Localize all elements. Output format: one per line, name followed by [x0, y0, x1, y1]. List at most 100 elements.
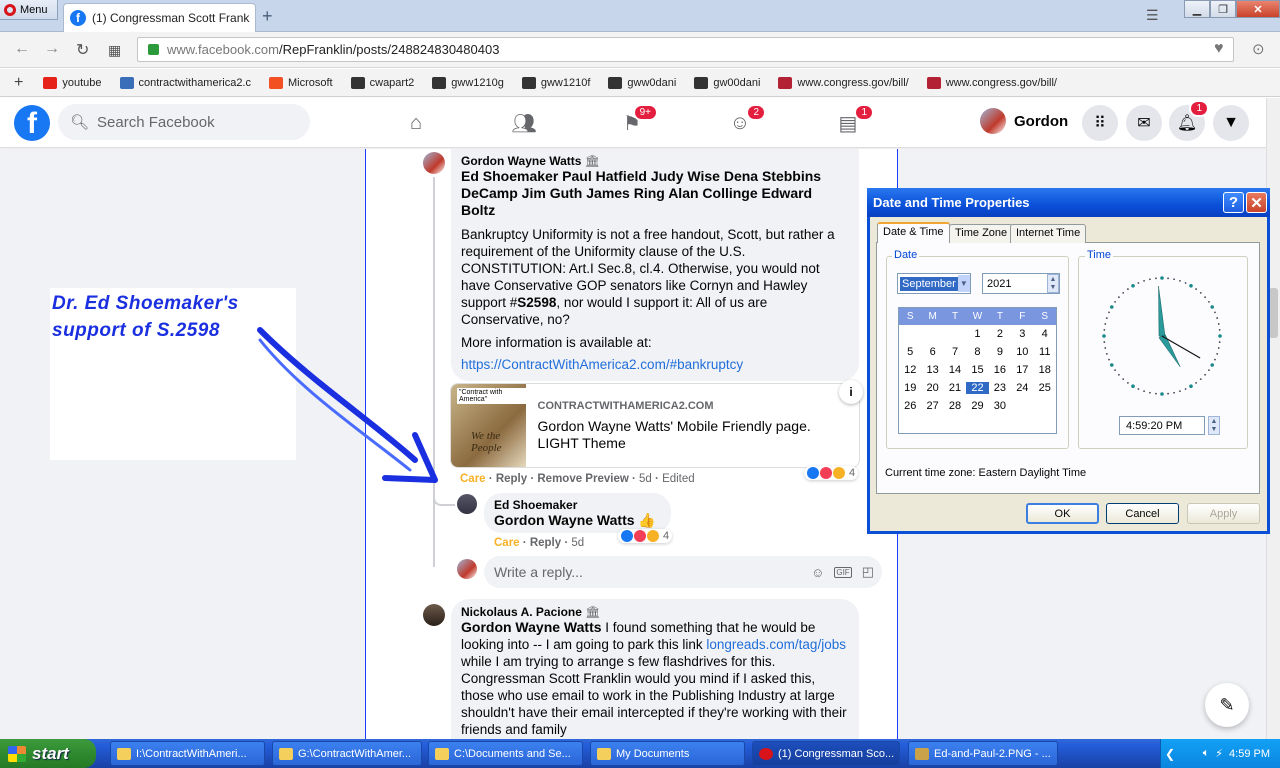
dialog-title-bar[interactable]: Date and Time Properties [867, 188, 1270, 217]
profile-link[interactable]: Gordon [980, 108, 1068, 134]
new-tab-icon[interactable]: + [262, 6, 273, 27]
apply-button[interactable]: Apply [1187, 503, 1260, 524]
taskbar-task[interactable]: (1) Congressman Sco... [752, 741, 900, 766]
calendar-day[interactable]: 16 [989, 364, 1011, 376]
menu-grid-icon[interactable]: ⠿ [1082, 105, 1118, 141]
notifications-bell-icon[interactable]: 🔔︎ 1 [1169, 100, 1209, 141]
calendar-day[interactable]: 27 [921, 400, 943, 412]
facebook-logo-icon[interactable]: f [14, 105, 50, 141]
gif-icon[interactable]: GIF [834, 566, 852, 578]
ok-button[interactable]: OK [1026, 503, 1099, 524]
speaker-icon[interactable]: 🔈︎ [1203, 747, 1210, 760]
time-input[interactable]: 4:59:20 PM [1119, 416, 1205, 435]
calendar-day[interactable]: 17 [1011, 364, 1033, 376]
comment-link[interactable]: https://ContractWithAmerica2.com/#bankru… [461, 356, 849, 373]
bookmark-item[interactable]: gw00dani [694, 76, 760, 89]
reply-tagged-name[interactable]: Gordon Wayne Watts [494, 512, 635, 528]
chevron-down-icon[interactable]: ▼ [957, 275, 970, 292]
calendar-day[interactable]: 28 [944, 400, 966, 412]
calendar-day[interactable]: 2 [989, 328, 1011, 340]
year-spinner[interactable]: ▲ ▼ [1047, 274, 1059, 293]
comment-author[interactable]: Nickolaus A. Pacione 🏛︎ [461, 605, 849, 619]
bookmark-item[interactable]: Microsoft [269, 76, 333, 89]
bookmark-item[interactable]: gww1210f [521, 76, 590, 89]
calendar-day[interactable]: 11 [1034, 346, 1056, 358]
calendar-day[interactable]: 5 [899, 346, 921, 358]
reply-time[interactable]: 5d [571, 537, 584, 549]
dialog-close-icon[interactable]: ✕ [1246, 192, 1267, 213]
calendar-day[interactable]: 18 [1034, 364, 1056, 376]
groups-icon[interactable]: ☺ 2 [726, 104, 766, 136]
taskbar-task[interactable]: C:\Documents and Se... [428, 741, 583, 766]
write-reply-input[interactable]: Write a reply... ☺ GIF ◰ [484, 556, 882, 588]
network-icon[interactable]: ⚡︎ [1215, 747, 1223, 760]
commenter-avatar[interactable] [423, 604, 445, 626]
calendar-day[interactable]: 15 [966, 364, 988, 376]
reaction-summary[interactable]: 4 [804, 466, 859, 480]
calendar-day[interactable]: 10 [1011, 346, 1033, 358]
pages-flag-icon[interactable]: ⚑ 9+ [618, 104, 658, 136]
calendar-day[interactable]: 22 [966, 382, 989, 394]
window-close-icon[interactable]: ✕ [1236, 0, 1280, 18]
restore-icon[interactable]: ❐ [1210, 0, 1236, 18]
tab-time-zone[interactable]: Time Zone [949, 224, 1014, 243]
add-bookmark-icon[interactable]: + [14, 74, 23, 92]
tab-date-time[interactable]: Date & Time [877, 222, 950, 243]
forward-icon[interactable]: → [44, 40, 60, 58]
calendar-day[interactable]: 7 [944, 346, 966, 358]
taskbar-task[interactable]: Ed-and-Paul-2.PNG - ... [908, 741, 1058, 766]
taskbar-task[interactable]: G:\ContractWithAmer... [272, 741, 422, 766]
tagged-names[interactable]: Ed Shoemaker Paul Hatfield Judy Wise Den… [461, 168, 849, 219]
commenter-avatar[interactable] [423, 152, 445, 174]
tab-menu-icon[interactable]: ☰ [1146, 7, 1159, 24]
link-preview-card[interactable]: "Contract with America" We the People CO… [450, 383, 860, 468]
calendar-day[interactable]: 12 [899, 364, 921, 376]
calendar-day[interactable]: 9 [989, 346, 1011, 358]
calendar-day[interactable]: 14 [944, 364, 966, 376]
tab-internet-time[interactable]: Internet Time [1010, 224, 1087, 243]
new-message-edit-icon[interactable]: ✎ [1205, 683, 1249, 727]
bookmark-item[interactable]: youtube [43, 76, 102, 89]
bookmark-item[interactable]: contractwithamerica2.c [119, 76, 251, 89]
tray-expand-icon[interactable]: ❮ [1165, 747, 1175, 761]
address-input[interactable]: www.facebook.com/RepFranklin/posts/24882… [137, 37, 1234, 62]
taskbar-task[interactable]: My Documents [590, 741, 745, 766]
cancel-button[interactable]: Cancel [1106, 503, 1179, 524]
calendar-day[interactable]: 13 [921, 364, 943, 376]
calendar-day[interactable]: 30 [989, 400, 1011, 412]
taskbar-clock[interactable]: 4:59 PM [1229, 748, 1270, 760]
account-chevron-down-icon[interactable]: ▼ [1213, 105, 1249, 141]
spin-up-icon[interactable]: ▲ [1211, 418, 1218, 425]
tab-close-icon[interactable]: ✕ [255, 10, 256, 27]
gaming-icon[interactable]: ▤ 1 [834, 104, 874, 136]
bookmark-item[interactable]: www.congress.gov/bill/ [778, 76, 909, 89]
opera-menu-button[interactable]: Menu [0, 0, 58, 20]
friends-icon[interactable]: 👥︎ [510, 110, 538, 136]
reply-action[interactable]: Reply [496, 473, 527, 485]
back-icon[interactable]: ← [14, 40, 30, 58]
calendar-day[interactable]: 19 [899, 382, 921, 394]
bookmark-item[interactable]: gww1210g [432, 76, 504, 89]
calendar-day[interactable]: 3 [1011, 328, 1033, 340]
calendar-day[interactable]: 6 [921, 346, 943, 358]
calendar-day[interactable]: 24 [1011, 382, 1033, 394]
spin-up-icon[interactable]: ▲ [1050, 276, 1057, 283]
reload-icon[interactable]: ↻ [76, 40, 89, 60]
emoji-icon[interactable]: ☺ [811, 565, 824, 580]
calendar-day[interactable]: 4 [1034, 328, 1056, 340]
month-select[interactable]: September ▼ [897, 273, 971, 294]
dialog-help-icon[interactable]: ? [1223, 192, 1244, 213]
tagged-name[interactable]: Gordon Wayne Watts [461, 619, 602, 635]
hashtag-link[interactable]: S2598 [517, 295, 556, 310]
calendar-day[interactable]: 26 [899, 400, 921, 412]
commenter-avatar[interactable] [457, 494, 477, 514]
calendar-day[interactable]: 20 [921, 382, 943, 394]
scrollbar-thumb[interactable] [1269, 288, 1278, 338]
care-action[interactable]: Care [460, 473, 486, 485]
facebook-search-input[interactable]: 🔍︎ Search Facebook [58, 104, 310, 140]
time-spinner[interactable]: ▲ ▼ [1208, 416, 1220, 435]
calendar-day[interactable]: 8 [966, 346, 988, 358]
start-button[interactable]: start [0, 739, 96, 768]
reply-author[interactable]: Ed Shoemaker [494, 498, 661, 512]
calendar-day[interactable]: 1 [966, 328, 988, 340]
